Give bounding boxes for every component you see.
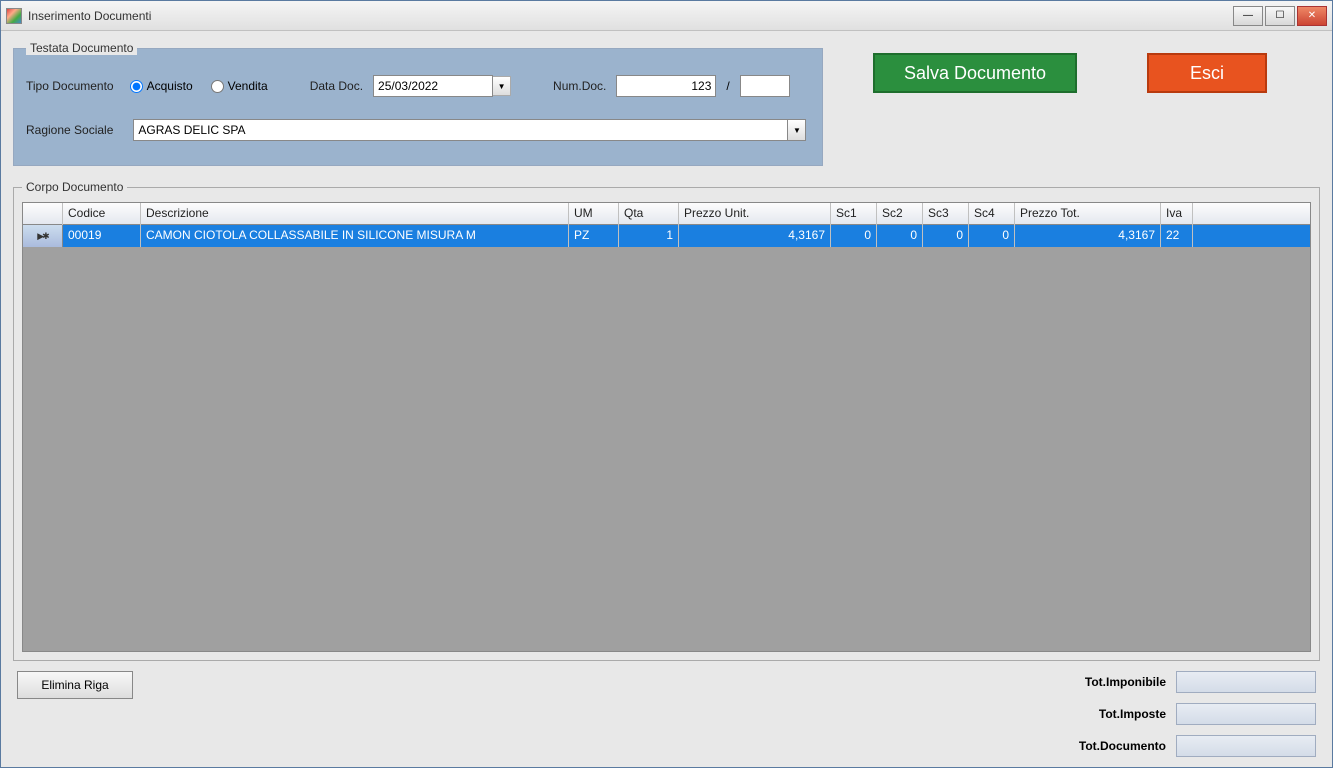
num-doc-separator: /	[726, 79, 729, 93]
table-row[interactable]: ▶✱ 00019 CAMON CIOTOLA COLLASSABILE IN S…	[23, 225, 1310, 247]
totals-panel: Tot.Imponibile Tot.Imposte Tot.Documento	[1079, 671, 1316, 757]
cell-descrizione[interactable]: CAMON CIOTOLA COLLASSABILE IN SILICONE M…	[141, 225, 569, 247]
delete-row-button[interactable]: Elimina Riga	[17, 671, 133, 699]
total-imponibile-value	[1176, 671, 1316, 693]
header-legend: Testata Documento	[26, 41, 137, 55]
radio-vendita[interactable]: Vendita	[211, 79, 268, 93]
cell-codice[interactable]: 00019	[63, 225, 141, 247]
close-button[interactable]: ✕	[1297, 6, 1327, 26]
cell-sc3[interactable]: 0	[923, 225, 969, 247]
body-legend: Corpo Documento	[22, 180, 127, 194]
grid-empty-area	[23, 247, 1310, 651]
body-fieldset: Corpo Documento Codice Descrizione UM Qt…	[13, 180, 1320, 661]
header-row-1: Tipo Documento Acquisto Vendita Data Doc…	[26, 75, 810, 97]
total-imponibile-row: Tot.Imponibile	[1079, 671, 1316, 693]
data-doc-input[interactable]	[373, 75, 493, 97]
save-button[interactable]: Salva Documento	[873, 53, 1077, 93]
data-doc-label: Data Doc.	[310, 79, 363, 93]
cell-prezzo-unit[interactable]: 4,3167	[679, 225, 831, 247]
total-imposte-value	[1176, 703, 1316, 725]
app-icon	[6, 8, 22, 24]
radio-acquisto-label: Acquisto	[147, 79, 193, 93]
grid-header-um[interactable]: UM	[569, 203, 619, 225]
grid-header-sc1[interactable]: Sc1	[831, 203, 877, 225]
tipo-radio-group: Acquisto Vendita	[130, 79, 268, 93]
grid-header-rowselector	[23, 203, 63, 225]
header-row-2: Ragione Sociale ▼	[26, 119, 810, 141]
header-fieldset: Testata Documento Tipo Documento Acquist…	[13, 41, 823, 166]
total-imposte-label: Tot.Imposte	[1099, 707, 1166, 721]
radio-vendita-input[interactable]	[211, 80, 224, 93]
grid-header: Codice Descrizione UM Qta Prezzo Unit. S…	[23, 203, 1310, 225]
titlebar[interactable]: Inserimento Documenti — ☐ ✕	[1, 1, 1332, 31]
action-buttons: Salva Documento Esci	[873, 53, 1267, 93]
total-documento-label: Tot.Documento	[1079, 739, 1166, 753]
cell-iva[interactable]: 22	[1161, 225, 1193, 247]
ragione-sociale-combo[interactable]: ▼	[133, 119, 806, 141]
radio-acquisto[interactable]: Acquisto	[130, 79, 193, 93]
total-documento-value	[1176, 735, 1316, 757]
grid-header-sc2[interactable]: Sc2	[877, 203, 923, 225]
grid-header-codice[interactable]: Codice	[63, 203, 141, 225]
date-picker: ▼	[373, 75, 511, 97]
cell-qta[interactable]: 1	[619, 225, 679, 247]
cell-prezzo-tot[interactable]: 4,3167	[1015, 225, 1161, 247]
chevron-down-icon[interactable]: ▼	[788, 119, 806, 141]
num-doc-suffix-input[interactable]	[740, 75, 790, 97]
radio-vendita-label: Vendita	[228, 79, 268, 93]
window-title: Inserimento Documenti	[28, 9, 1233, 23]
total-imponibile-label: Tot.Imponibile	[1085, 675, 1166, 689]
cell-sc1[interactable]: 0	[831, 225, 877, 247]
minimize-button[interactable]: —	[1233, 6, 1263, 26]
grid-header-iva[interactable]: Iva	[1161, 203, 1193, 225]
grid-header-sc3[interactable]: Sc3	[923, 203, 969, 225]
grid-header-sc4[interactable]: Sc4	[969, 203, 1015, 225]
date-dropdown-icon[interactable]: ▼	[493, 76, 511, 96]
ragione-sociale-input[interactable]	[133, 119, 788, 141]
maximize-button[interactable]: ☐	[1265, 6, 1295, 26]
cell-sc4[interactable]: 0	[969, 225, 1015, 247]
total-imposte-row: Tot.Imposte	[1079, 703, 1316, 725]
app-window: Inserimento Documenti — ☐ ✕ Testata Docu…	[0, 0, 1333, 768]
grid-header-prezzo-unit[interactable]: Prezzo Unit.	[679, 203, 831, 225]
row-indicator-icon[interactable]: ▶✱	[23, 225, 63, 247]
window-controls: — ☐ ✕	[1233, 6, 1327, 26]
content-area: Testata Documento Tipo Documento Acquist…	[1, 31, 1332, 767]
ragione-sociale-label: Ragione Sociale	[26, 123, 113, 137]
exit-button[interactable]: Esci	[1147, 53, 1267, 93]
total-documento-row: Tot.Documento	[1079, 735, 1316, 757]
num-doc-input[interactable]	[616, 75, 716, 97]
footer-area: Elimina Riga Tot.Imponibile Tot.Imposte …	[13, 671, 1320, 757]
num-doc-label: Num.Doc.	[553, 79, 606, 93]
tipo-documento-label: Tipo Documento	[26, 79, 114, 93]
radio-acquisto-input[interactable]	[130, 80, 143, 93]
top-row: Testata Documento Tipo Documento Acquist…	[13, 41, 1320, 166]
grid-header-prezzo-tot[interactable]: Prezzo Tot.	[1015, 203, 1161, 225]
cell-sc2[interactable]: 0	[877, 225, 923, 247]
cell-um[interactable]: PZ	[569, 225, 619, 247]
grid-header-descrizione[interactable]: Descrizione	[141, 203, 569, 225]
grid-header-qta[interactable]: Qta	[619, 203, 679, 225]
data-grid[interactable]: Codice Descrizione UM Qta Prezzo Unit. S…	[22, 202, 1311, 652]
